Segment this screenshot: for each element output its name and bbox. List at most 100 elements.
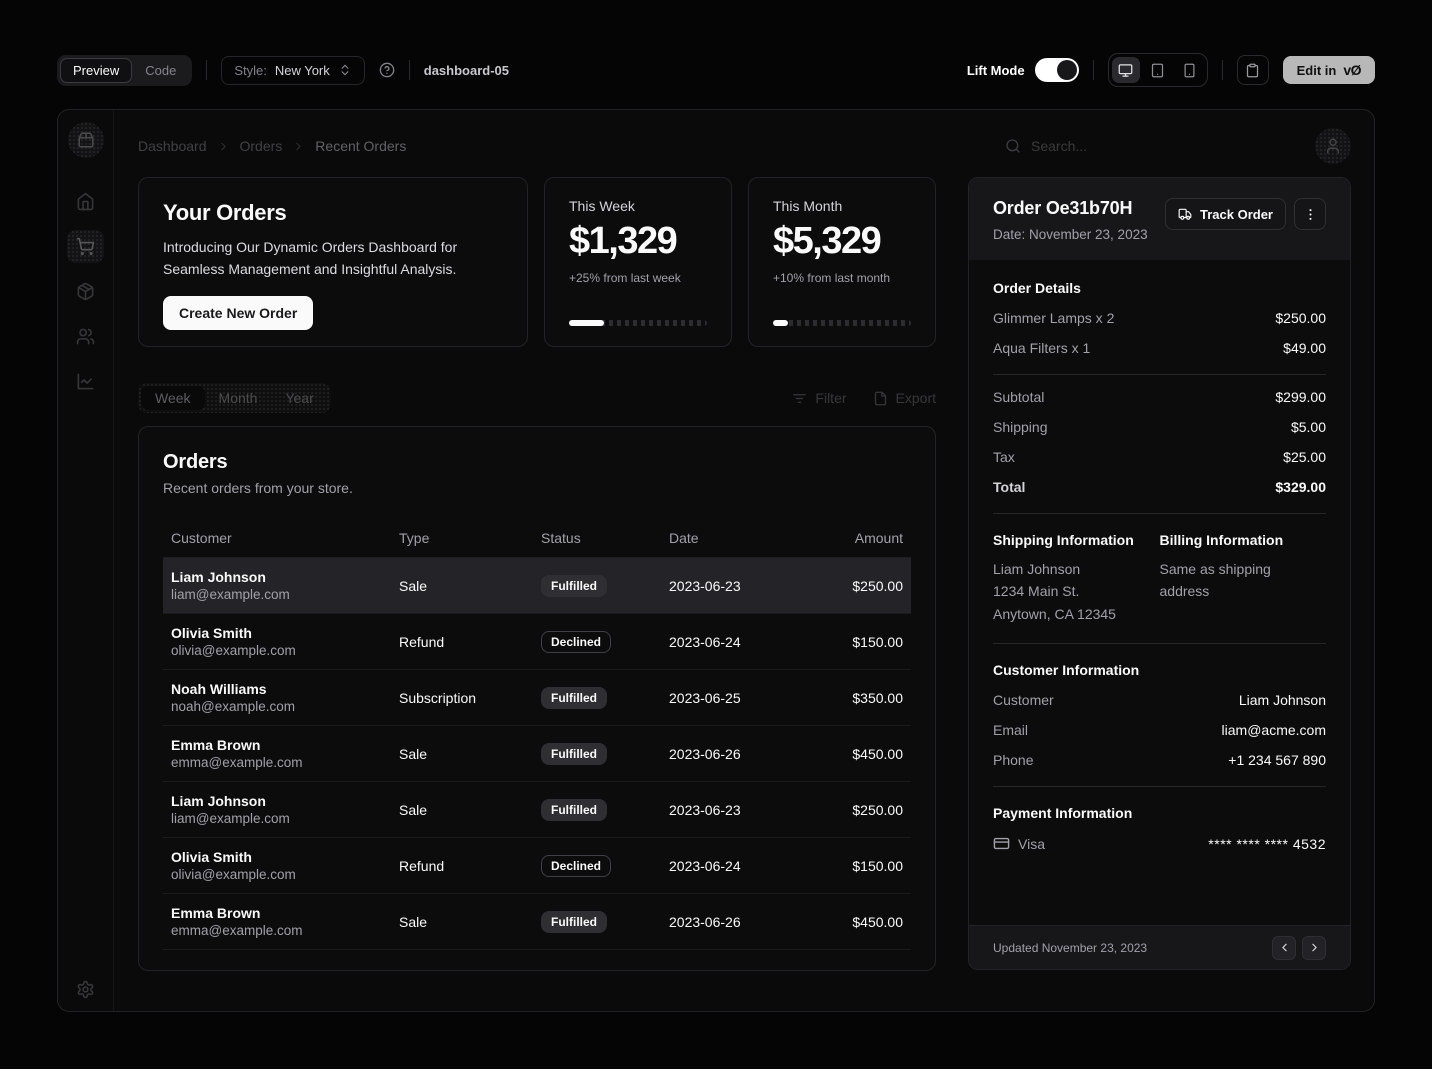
prev-order-button[interactable] <box>1272 936 1296 960</box>
intro-card-title: Your Orders <box>163 200 503 226</box>
breadcrumb-dashboard[interactable]: Dashboard <box>138 138 207 154</box>
tab-week[interactable]: Week <box>141 386 205 410</box>
customer-name: Olivia Smith <box>171 849 383 865</box>
preview-tab[interactable]: Preview <box>60 58 132 83</box>
search-input[interactable] <box>1031 138 1271 154</box>
edit-in-v0-button[interactable]: Edit in vØ <box>1283 56 1375 84</box>
order-panel-footer: Updated November 23, 2023 <box>969 925 1350 969</box>
status-badge: Declined <box>541 855 611 877</box>
order-type: Sale <box>391 578 533 594</box>
toggle-knob <box>1057 60 1077 80</box>
project-name: dashboard-05 <box>424 63 509 78</box>
customer-email: olivia@example.com <box>171 867 383 882</box>
next-order-button[interactable] <box>1302 936 1326 960</box>
order-amount: $150.00 <box>791 634 911 650</box>
package2-logo-icon[interactable] <box>68 122 104 158</box>
table-row[interactable]: Noah Williams noah@example.com Subscript… <box>163 670 911 726</box>
divider <box>993 786 1326 787</box>
clipboard-icon[interactable] <box>1237 55 1269 85</box>
divider <box>206 60 207 80</box>
totals-label: Shipping <box>993 419 1048 435</box>
sidebar-item-customers[interactable] <box>76 327 95 346</box>
create-new-order-button[interactable]: Create New Order <box>163 296 313 330</box>
tab-year[interactable]: Year <box>271 386 327 410</box>
info-label: Email <box>993 722 1028 738</box>
monitor-icon[interactable] <box>1112 57 1140 83</box>
order-date: 2023-06-25 <box>661 690 791 706</box>
totals-label: Tax <box>993 449 1015 465</box>
sidebar-item-products[interactable] <box>76 282 95 301</box>
customer-email: emma@example.com <box>171 923 383 938</box>
table-header: Customer Type Status Date Amount <box>163 518 911 558</box>
search-box[interactable] <box>1005 138 1305 154</box>
more-menu-button[interactable] <box>1294 198 1326 230</box>
column-customer: Customer <box>163 530 391 546</box>
customer-email: liam@example.com <box>171 811 383 826</box>
breadcrumb-orders[interactable]: Orders <box>240 138 283 154</box>
order-type: Sale <box>391 914 533 930</box>
info-label: Customer <box>993 692 1054 708</box>
track-order-button[interactable]: Track Order <box>1165 198 1286 230</box>
search-icon <box>1005 138 1021 154</box>
code-tab[interactable]: Code <box>132 58 189 83</box>
order-type: Subscription <box>391 690 533 706</box>
table-row[interactable]: Olivia Smith olivia@example.com Refund D… <box>163 614 911 670</box>
sidebar-item-home[interactable] <box>76 192 95 211</box>
lift-mode-toggle[interactable] <box>1035 58 1079 82</box>
breadcrumb: Dashboard Orders Recent Orders <box>138 138 406 154</box>
device-preview-group <box>1108 53 1208 87</box>
filter-label: Filter <box>815 390 846 406</box>
orders-card: Orders Recent orders from your store. Cu… <box>138 426 936 971</box>
stat-delta: +10% from last month <box>773 271 911 285</box>
order-amount: $250.00 <box>791 802 911 818</box>
package-icon <box>76 282 95 301</box>
intro-card-description: Introducing Our Dynamic Orders Dashboard… <box>163 236 473 280</box>
customer-name: Emma Brown <box>171 737 383 753</box>
order-date: 2023-06-24 <box>661 634 791 650</box>
totals-row: Total $329.00 <box>993 479 1326 495</box>
progress-bar <box>569 320 707 326</box>
export-button[interactable]: Export <box>873 390 936 406</box>
order-totals-list: Subtotal $299.00 Shipping $5.00 Tax <box>993 389 1326 495</box>
sidebar-item-orders[interactable] <box>67 230 104 263</box>
status-badge: Fulfilled <box>541 911 607 933</box>
info-label: Phone <box>993 752 1033 768</box>
table-row[interactable]: Liam Johnson liam@example.com Sale Fulfi… <box>163 782 911 838</box>
order-type: Refund <box>391 858 533 874</box>
order-amount: $150.00 <box>791 858 911 874</box>
order-date: 2023-06-24 <box>661 858 791 874</box>
table-row[interactable]: Olivia Smith olivia@example.com Refund D… <box>163 838 911 894</box>
sidebar-item-settings[interactable] <box>76 980 95 999</box>
customer-info-title: Customer Information <box>993 662 1326 678</box>
avatar[interactable] <box>1315 128 1351 164</box>
totals-row: Tax $25.00 <box>993 449 1326 465</box>
stat-value: $1,329 <box>569 220 707 263</box>
table-row[interactable]: Emma Brown emma@example.com Sale Fulfill… <box>163 894 911 950</box>
style-label: Style: <box>234 63 267 78</box>
totals-value: $299.00 <box>1275 389 1326 405</box>
divider <box>409 60 410 80</box>
sidebar-item-analytics[interactable] <box>76 372 95 391</box>
address-line: 1234 Main St. <box>993 580 1160 602</box>
filter-button[interactable]: Filter <box>792 390 846 406</box>
order-date-label: Date: November 23, 2023 <box>993 227 1148 242</box>
table-row[interactable]: Liam Johnson liam@example.com Sale Fulfi… <box>163 558 911 614</box>
customer-name: Emma Brown <box>171 905 383 921</box>
stat-label: This Month <box>773 198 911 214</box>
order-date: 2023-06-26 <box>661 746 791 762</box>
payment-info-title: Payment Information <box>993 805 1326 821</box>
table-row[interactable]: Emma Brown emma@example.com Sale Fulfill… <box>163 726 911 782</box>
smartphone-icon[interactable] <box>1176 57 1204 83</box>
customer-info-list: Customer Liam Johnson Email liam@acme.co… <box>993 692 1326 768</box>
tablet-icon[interactable] <box>1144 57 1172 83</box>
order-item: Aqua Filters x 1 $49.00 <box>993 340 1326 356</box>
help-icon[interactable] <box>379 62 395 78</box>
tab-month[interactable]: Month <box>205 386 272 410</box>
list-filter-icon <box>792 391 807 406</box>
address-line: Anytown, CA 12345 <box>993 603 1160 625</box>
stat-delta: +25% from last week <box>569 271 707 285</box>
lift-mode-label: Lift Mode <box>967 63 1025 78</box>
style-select[interactable]: Style: New York <box>221 56 364 85</box>
item-price: $250.00 <box>1275 310 1326 326</box>
stat-value: $5,329 <box>773 220 911 263</box>
